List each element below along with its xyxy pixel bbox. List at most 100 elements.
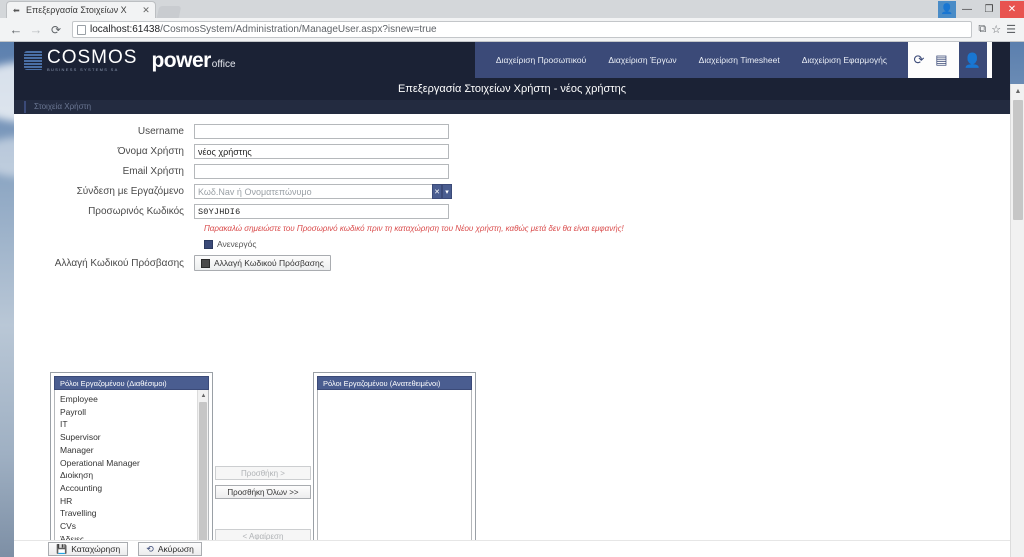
label-employee-link: Σύνδεση με Εργαζόμενο [76,186,184,197]
page-title-band: Επεξεργασία Στοιχείων Χρήστη - νέος χρήσ… [14,78,1010,100]
employee-link-input[interactable] [194,184,432,199]
list-item[interactable]: IT [60,418,208,431]
brand-power-text: power [151,48,211,72]
page-info-icon[interactable] [77,24,86,35]
app-page: COSMOS BUSINESS SYSTEMS SA power office … [14,42,1010,557]
page-scrollbar[interactable]: ▲ ▼ [1010,84,1024,557]
list-item[interactable]: Travelling [60,507,208,520]
save-button-label: Καταχώρηση [71,544,121,554]
display-name-input[interactable] [194,144,449,159]
window-controls: 👤 — ❐ ✕ [938,0,1024,18]
close-window-button[interactable]: ✕ [1000,0,1024,18]
nav-item-timesheet[interactable]: Διαχείριση Timesheet [688,55,791,65]
available-roles-scrollbar[interactable]: ▲ ▼ [197,390,208,557]
toolbar-actions: ⧉ ☆ ☰ [978,23,1018,36]
available-roles-body[interactable]: Employee Payroll IT Supervisor Manager O… [54,390,209,557]
address-path: /CosmosSystem/Administration/ManageUser.… [160,24,437,35]
user-form: Username Όνομα Χρήστη Email Χρήστη Σύνδε… [14,114,1010,557]
label-username: Username [137,126,184,137]
change-password-button-label: Αλλαγή Κωδικού Πρόσβασης [214,258,324,268]
top-navigation: Διαχείριση Προσωπικού Διαχείριση Έργων Δ… [474,42,908,78]
assigned-roles-panel: Ρόλοι Εργαζομένου (Ανατεθειμένοι) [313,372,476,557]
cancel-button-label: Ακύρωση [157,544,194,554]
section-tab-band: Στοιχεία Χρήστη [14,100,1010,114]
minimize-button[interactable]: — [956,1,978,18]
form-actions: 💾 Καταχώρηση ⟲ Ακύρωση [14,540,1010,557]
username-input[interactable] [194,124,449,139]
close-icon[interactable]: ✕ [141,5,151,16]
list-item[interactable]: Payroll [60,406,208,419]
list-item[interactable]: Manager [60,444,208,457]
cancel-button[interactable]: ⟲ Ακύρωση [138,542,202,556]
brand-cosmos-text: COSMOS [47,46,138,68]
field-row-email: Email Χρήστη [14,164,1010,179]
address-bar[interactable]: localhost:61438 /CosmosSystem/Administra… [72,21,973,38]
list-item[interactable]: Accounting [60,482,208,495]
brand-cosmos-subtitle: BUSINESS SYSTEMS SA [47,66,119,72]
address-host: localhost:61438 [90,24,161,35]
available-roles-listbox: Ρόλοι Εργαζομένου (Διαθέσιμοι) Employee … [54,376,209,557]
back-icon[interactable]: ← [6,22,26,37]
menu-icon[interactable]: ☰ [1006,23,1016,36]
cast-icon[interactable]: ⧉ [978,23,986,36]
reload-icon[interactable]: ⟳ [46,23,66,37]
field-row-username: Username [14,124,1010,139]
profile-icon[interactable]: 👤 [938,0,956,18]
field-row-employee-link: Σύνδεση με Εργαζόμενο ✕ ▾ [14,184,1010,199]
page-scroll-up-icon[interactable]: ▲ [1011,84,1024,98]
save-icon: 💾 [56,543,68,554]
brand-office-text: office [211,58,236,70]
transfer-buttons: Προσθήκη > Προσθήκη Όλων >> < Αφαίρεση <… [213,372,313,557]
list-item[interactable]: Employee [60,393,208,406]
brand-logo[interactable]: COSMOS BUSINESS SYSTEMS SA power office [14,42,236,78]
add-all-roles-button[interactable]: Προσθήκη Όλων >> [215,485,311,499]
temp-password-input[interactable] [194,204,449,219]
refresh-cancel-icon: ⟲ [146,543,154,554]
forward-icon[interactable]: → [26,22,46,37]
inactive-checkbox-row: Ανενεργός [204,239,1010,249]
field-row-display-name: Όνομα Χρήστη [14,144,1010,159]
new-tab-button[interactable] [156,6,182,18]
page-scrollbar-thumb[interactable] [1013,100,1023,220]
email-input[interactable] [194,164,449,179]
tab-user-details[interactable]: Στοιχεία Χρήστη [24,101,99,113]
list-item[interactable]: CVs [60,520,208,533]
clear-icon[interactable]: ✕ [432,184,442,199]
change-password-button[interactable]: Αλλαγή Κωδικού Πρόσβασης [194,255,331,271]
nav-item-application[interactable]: Διαχείριση Εφαρμογής [791,55,898,65]
assigned-roles-header: Ρόλοι Εργαζομένου (Ανατεθειμένοι) [317,376,472,390]
label-temp-password: Προσωρινός Κωδικός [88,206,184,217]
scrollbar-thumb[interactable] [199,402,207,557]
add-role-button[interactable]: Προσθήκη > [215,466,311,480]
chevron-down-icon[interactable]: ▾ [442,184,452,199]
browser-toolbar: ← → ⟳ localhost:61438 /CosmosSystem/Admi… [0,18,1024,42]
list-item[interactable]: HR [60,495,208,508]
nav-item-personnel[interactable]: Διαχείριση Προσωπικού [485,55,597,65]
available-roles-panel: Ρόλοι Εργαζομένου (Διαθέσιμοι) Employee … [50,372,213,557]
list-item[interactable]: Διοίκηση [60,469,208,482]
field-row-temp-password: Προσωρινός Κωδικός [14,204,1010,219]
browser-window: ⬅ Επεξεργασία Στοιχείων Χ ✕ 👤 — ❐ ✕ ← → … [0,0,1024,557]
cosmos-logo-icon [24,50,42,70]
list-item[interactable]: Supervisor [60,431,208,444]
key-icon [201,258,210,268]
window-icon[interactable]: ▤ [935,52,947,68]
save-button[interactable]: 💾 Καταχώρηση [48,542,129,556]
inactive-checkbox[interactable] [204,239,213,249]
browser-tabstrip: ⬅ Επεξεργασία Στοιχείων Χ ✕ 👤 — ❐ ✕ [0,0,1024,18]
header-tools: ⟳ ▤ 👤 [908,42,992,78]
inactive-label: Ανενεργός [217,239,257,249]
employee-link-combobox[interactable]: ✕ ▾ [194,184,452,199]
label-display-name: Όνομα Χρήστη [117,146,184,157]
user-account-icon[interactable]: 👤 [958,42,987,78]
browser-tab[interactable]: ⬅ Επεξεργασία Στοιχείων Χ ✕ [6,1,156,18]
list-item[interactable]: Operational Manager [60,457,208,470]
bookmark-star-icon[interactable]: ☆ [991,23,1001,36]
nav-item-projects[interactable]: Διαχείριση Έργων [597,55,687,65]
assigned-roles-body[interactable] [317,390,472,557]
available-roles-items: Employee Payroll IT Supervisor Manager O… [55,390,208,557]
refresh-icon[interactable]: ⟳ [913,52,924,68]
maximize-button[interactable]: ❐ [978,1,1000,18]
scroll-up-icon[interactable]: ▲ [198,390,208,401]
page-viewport: COSMOS BUSINESS SYSTEMS SA power office … [0,42,1024,557]
